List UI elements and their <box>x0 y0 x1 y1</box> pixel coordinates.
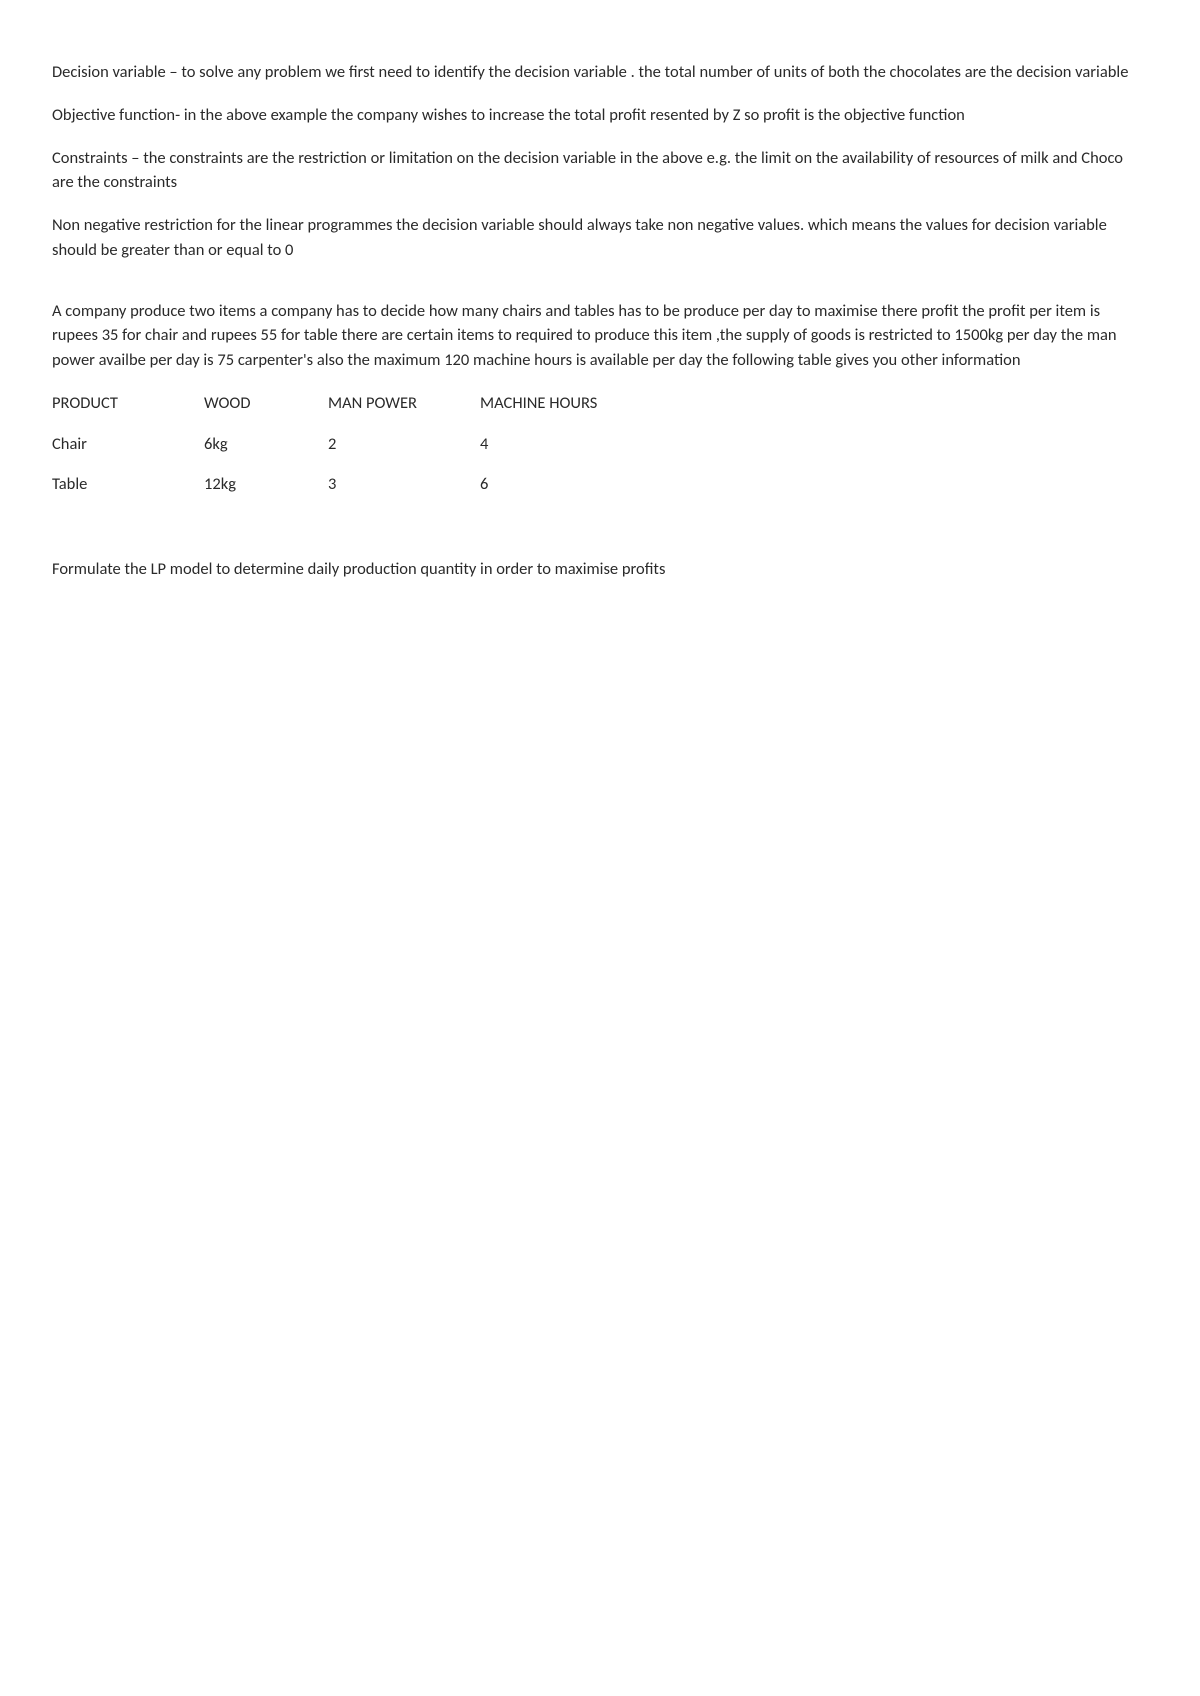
paragraph-objective-function: Objective function- in the above example… <box>52 103 1148 128</box>
table-row: Chair 6kg 2 4 <box>52 432 1148 457</box>
paragraph-constraints: Constraints – the constraints are the re… <box>52 146 1148 196</box>
paragraph-formulate: Formulate the LP model to determine dail… <box>52 557 1148 582</box>
cell-product: Chair <box>52 432 204 457</box>
header-wood: WOOD <box>204 391 328 416</box>
table-header-row: PRODUCT WOOD MAN POWER MACHINE HOURS <box>52 391 1148 416</box>
paragraph-decision-variable: Decision variable – to solve any problem… <box>52 60 1148 85</box>
header-manpower: MAN POWER <box>328 391 480 416</box>
cell-product: Table <box>52 472 204 497</box>
resource-table: PRODUCT WOOD MAN POWER MACHINE HOURS Cha… <box>52 391 1148 497</box>
paragraph-non-negative: Non negative restriction for the linear … <box>52 213 1148 263</box>
cell-wood: 6kg <box>204 432 328 457</box>
header-machine: MACHINE HOURS <box>480 391 680 416</box>
cell-wood: 12kg <box>204 472 328 497</box>
cell-machine: 6 <box>480 472 680 497</box>
table-row: Table 12kg 3 6 <box>52 472 1148 497</box>
cell-manpower: 3 <box>328 472 480 497</box>
cell-manpower: 2 <box>328 432 480 457</box>
paragraph-problem-statement: A company produce two items a company ha… <box>52 299 1148 373</box>
header-product: PRODUCT <box>52 391 204 416</box>
cell-machine: 4 <box>480 432 680 457</box>
